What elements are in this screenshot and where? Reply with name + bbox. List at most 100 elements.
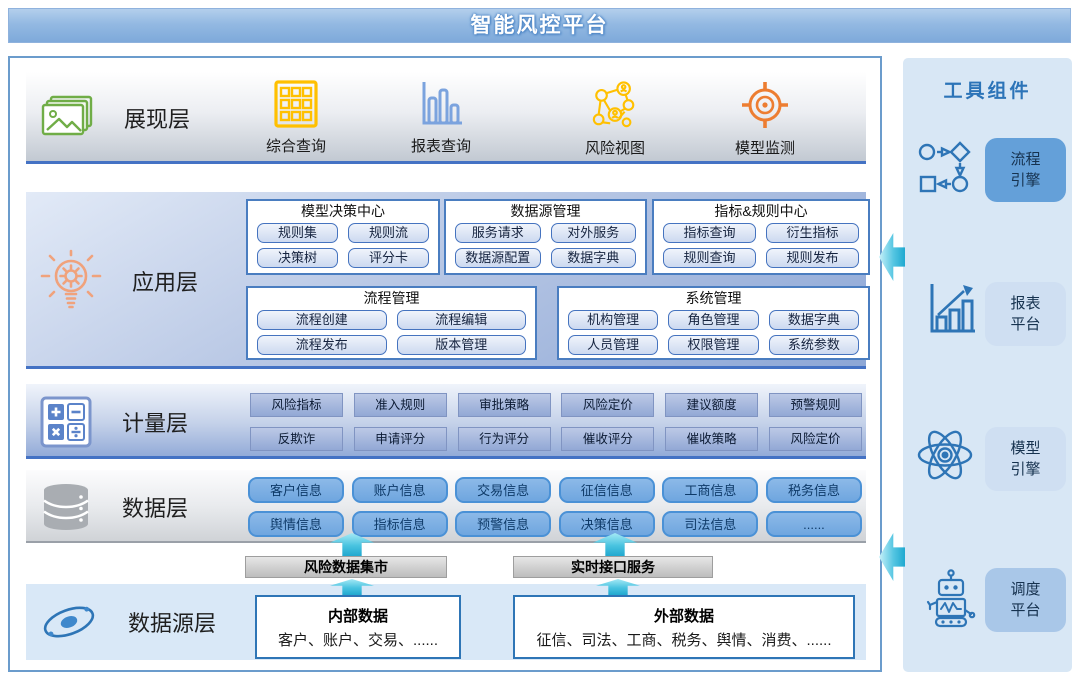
group-items: 机构管理 角色管理 数据字典 人员管理 权限管理 系统参数 [559,308,868,360]
intelligent-risk-control-platform-diagram: 智能风控平台 展现层 综合查询 报表查询 风险视图 模型监测 [0,0,1080,682]
measure-module: 风险指标 [250,393,343,417]
measure-module: 风险定价 [561,393,654,417]
data-module: 交易信息 [455,477,551,503]
presentation-item-composite-query: 综合查询 [241,80,351,156]
app-module: 数据源配置 [455,248,541,268]
sidebar-item-model-engine: 模型引擎 [985,427,1066,491]
app-module: 流程创建 [257,310,387,330]
app-module: 版本管理 [397,335,527,355]
measure-module: 预警规则 [769,393,862,417]
app-module: 决策树 [257,248,338,268]
internal-data-desc: 客户、账户、交易、...... [257,629,459,650]
sidebar-item-label: 调度平台 [1009,579,1043,621]
group-title: 系统管理 [559,289,868,308]
sidebar-item-scheduling-platform: 调度平台 [985,568,1066,632]
left-arrow [879,233,905,281]
measurement-row-1: 风险指标 准入规则 审批策略 风险定价 建议额度 预警规则 [250,393,862,417]
sidebar-item-label: 模型引擎 [1009,438,1043,480]
data-module: 舆情信息 [248,511,344,537]
app-module: 评分卡 [348,248,429,268]
app-module: 指标查询 [663,223,756,243]
internal-data-box: 内部数据 客户、账户、交易、...... [255,595,461,659]
app-module: 服务请求 [455,223,541,243]
app-module: 权限管理 [668,335,758,355]
sidebar-title: 工具组件 [903,76,1072,103]
app-module: 流程编辑 [397,310,527,330]
data-module: 征信信息 [559,477,655,503]
app-module: 衍生指标 [766,223,859,243]
presentation-item-report-query: 报表查询 [386,80,496,156]
measure-module: 风险定价 [769,427,862,451]
flowchart-icon [912,140,982,196]
pictures-icon [40,95,94,141]
group-items: 规则集 规则流 决策树 评分卡 [248,221,438,273]
measure-module: 审批策略 [458,393,551,417]
sidebar-item-label: 报表平台 [1009,293,1043,335]
data-module: 工商信息 [662,477,758,503]
app-module: 机构管理 [568,310,658,330]
presentation-item-label: 风险视图 [560,137,670,158]
group-title: 指标&规则中心 [654,202,868,221]
measure-module: 行为评分 [458,427,551,451]
app-module: 人员管理 [568,335,658,355]
layer-data-head: 数据层 [40,470,250,543]
data-module: 司法信息 [662,511,758,537]
data-module: 客户信息 [248,477,344,503]
bar-chart-icon [418,95,464,112]
atom-icon [910,424,980,486]
data-module: 预警信息 [455,511,551,537]
group-items: 流程创建 流程编辑 流程发布 版本管理 [248,308,535,360]
grid-icon [274,95,318,112]
presentation-item-label: 模型监测 [710,137,820,158]
page-title: 智能风控平台 [8,8,1071,43]
layer-label-application: 应用层 [132,265,198,297]
layer-datasource-head: 数据源层 [40,584,250,660]
layer-label-datasource: 数据源层 [128,606,216,638]
app-module: 规则发布 [766,248,859,268]
data-row-1: 客户信息 账户信息 交易信息 征信信息 工商信息 税务信息 [248,477,862,503]
group-model-decision-center: 模型决策中心 规则集 规则流 决策树 评分卡 [246,199,440,275]
layer-presentation-head: 展现层 [40,72,250,164]
group-indicator-rule-center: 指标&规则中心 指标查询 衍生指标 规则查询 规则发布 [652,199,870,275]
presentation-item-label: 报表查询 [386,135,496,156]
presentation-item-risk-view: 风险视图 [560,80,670,158]
data-module: 账户信息 [352,477,448,503]
group-items: 服务请求 对外服务 数据源配置 数据字典 [446,221,645,273]
left-arrow [879,533,905,581]
measure-module: 催收评分 [561,427,654,451]
layer-label-measurement: 计量层 [122,406,188,438]
data-module: 指标信息 [352,511,448,537]
presentation-item-label: 综合查询 [241,135,351,156]
app-module: 数据字典 [551,248,637,268]
external-data-title: 外部数据 [515,605,853,626]
report-chart-icon [916,282,986,338]
database-icon [40,482,92,532]
data-row-2: 舆情信息 指标信息 预警信息 决策信息 司法信息 ...... [248,511,862,537]
app-module: 系统参数 [769,335,859,355]
layer-application-head: 应用层 [40,192,250,369]
robot-icon [914,568,984,628]
calculator-icon [40,396,92,448]
layer-label-presentation: 展现层 [124,102,190,134]
realtime-api-bar: 实时接口服务 [513,556,713,578]
presentation-item-model-monitor: 模型监测 [710,80,820,158]
group-process-management: 流程管理 流程创建 流程编辑 流程发布 版本管理 [246,286,537,360]
sidebar-item-label: 流程引擎 [1009,149,1043,191]
group-items: 指标查询 衍生指标 规则查询 规则发布 [654,221,868,273]
app-module: 角色管理 [668,310,758,330]
data-module: 决策信息 [559,511,655,537]
external-data-desc: 征信、司法、工商、税务、舆情、消费、...... [515,629,853,650]
measurement-row-2: 反欺诈 申请评分 行为评分 催收评分 催收策略 风险定价 [250,427,862,451]
measure-module: 反欺诈 [250,427,343,451]
risk-data-mart-bar: 风险数据集市 [245,556,447,578]
measure-module: 准入规则 [354,393,447,417]
app-module: 流程发布 [257,335,387,355]
data-module: ...... [766,511,862,537]
app-module: 规则流 [348,223,429,243]
app-module: 规则集 [257,223,338,243]
lightbulb-gear-icon [40,249,102,313]
measure-module: 申请评分 [354,427,447,451]
group-system-management: 系统管理 机构管理 角色管理 数据字典 人员管理 权限管理 系统参数 [557,286,870,360]
sidebar-item-report-platform: 报表平台 [985,282,1066,346]
internal-data-title: 内部数据 [257,605,459,626]
